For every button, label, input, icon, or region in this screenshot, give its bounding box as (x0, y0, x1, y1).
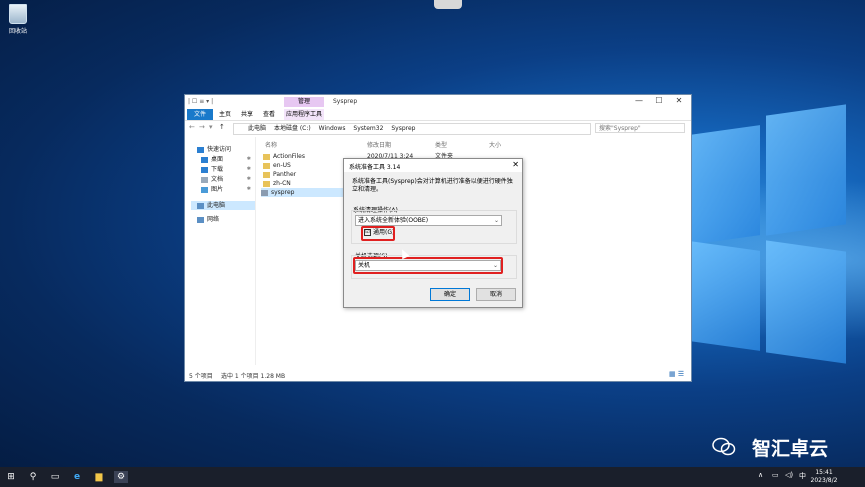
status-selection: 选中 1 个项目 1.28 MB (221, 373, 286, 380)
nav-pictures[interactable]: 图片 ✱ (201, 185, 255, 194)
volume-icon[interactable]: ◁) (785, 471, 793, 479)
column-modified[interactable]: 修改日期 (367, 140, 391, 149)
column-headers: 名称 修改日期 类型 大小 (263, 139, 683, 149)
maximize-button[interactable]: ☐ (649, 96, 669, 105)
breadcrumb-sysprep[interactable]: Sysprep (391, 125, 415, 132)
quick-access-toolbar[interactable]: | ☐ ≡ ▾ | (188, 98, 213, 105)
breadcrumb-local-disk[interactable]: 本地磁盘 (C:) (274, 125, 311, 132)
dialog-title: 系统准备工具 3.14 (349, 164, 401, 171)
sysprep-taskbar-icon[interactable]: ⚙ (114, 471, 128, 483)
nav-downloads[interactable]: 下载 ✱ (201, 165, 255, 174)
download-icon (201, 166, 208, 173)
view-toggle-icons[interactable]: ▦ ☰ (669, 370, 684, 378)
recent-locations-button[interactable]: ▾ (209, 123, 213, 131)
star-icon (197, 146, 204, 153)
nav-this-pc[interactable]: 此电脑 (191, 201, 255, 210)
task-view-icon[interactable]: ▭ (48, 471, 62, 483)
network-icon (197, 216, 204, 223)
tab-share[interactable]: 共享 (237, 109, 257, 120)
breadcrumb-system32[interactable]: System32 (353, 125, 383, 132)
pin-icon: ✱ (246, 186, 251, 192)
forward-button[interactable]: → (199, 123, 205, 131)
ie-icon[interactable]: e (70, 471, 84, 483)
nav-desktop[interactable]: 桌面 ✱ (201, 155, 255, 164)
taskbar: ⊞ ⚲ ▭ e ▆ ⚙ ∧ ▭ ◁) 中 15:41 2023/8/2 (0, 467, 865, 487)
dialog-description: 系统准备工具(Sysprep)会对计算机进行准备以便进行硬件独立和清理。 (352, 178, 513, 193)
pin-icon: ✱ (246, 166, 251, 172)
folder-icon (263, 171, 270, 178)
windows-logo-wallpaper (690, 104, 850, 370)
breadcrumb-this-pc[interactable]: 此电脑 (248, 125, 266, 132)
tray-overflow-icon[interactable]: ∧ (758, 471, 763, 479)
folder-icon (263, 162, 270, 169)
folder-icon (263, 180, 270, 187)
nav-quick-access[interactable]: 快速访问 (197, 145, 255, 154)
explorer-titlebar[interactable]: | ☐ ≡ ▾ | 管理 Sysprep — ☐ ✕ (185, 95, 691, 109)
navigation-pane: 快速访问 桌面 ✱ 下载 ✱ 文档 ✱ 图片 ✱ 此电脑 网络 (185, 137, 256, 365)
folder-icon (263, 153, 270, 160)
document-icon (201, 176, 208, 183)
address-bar[interactable]: 此电脑 本地磁盘 (C:) Windows System32 Sysprep (233, 123, 591, 135)
cancel-button[interactable]: 取消 (476, 288, 516, 301)
search-input[interactable]: 搜索"Sysprep" (595, 123, 685, 133)
pin-icon: ✱ (246, 176, 251, 182)
tab-application-tools[interactable]: 应用程序工具 (284, 109, 324, 120)
chevron-down-icon: ⌄ (493, 217, 499, 224)
start-button[interactable]: ⊞ (4, 471, 18, 483)
ribbon-tabs: 文件 主页 共享 查看 应用程序工具 (185, 109, 691, 121)
tab-home[interactable]: 主页 (215, 109, 235, 120)
window-title: Sysprep (333, 98, 358, 105)
tab-view[interactable]: 查看 (259, 109, 279, 120)
dialog-close-button[interactable]: ✕ (512, 160, 519, 169)
highlight-generalize (361, 226, 395, 241)
network-tray-icon[interactable]: ▭ (772, 471, 779, 479)
search-icon[interactable]: ⚲ (26, 471, 40, 483)
nav-network[interactable]: 网络 (197, 215, 255, 224)
tab-file[interactable]: 文件 (187, 109, 213, 120)
computer-icon (197, 202, 204, 209)
up-button[interactable]: ↑ (219, 123, 225, 131)
recycle-bin-label: 回收站 (8, 28, 27, 35)
ime-indicator[interactable]: 中 (799, 471, 806, 481)
highlight-shutdown (353, 257, 503, 274)
address-row: ← → ▾ ↑ 此电脑 本地磁盘 (C:) Windows System32 S… (185, 121, 691, 135)
recycle-bin-shortcut[interactable]: 回收站 (4, 4, 32, 35)
picture-icon (201, 186, 208, 193)
recycle-bin-icon (9, 4, 27, 24)
file-explorer-icon[interactable]: ▆ (92, 471, 106, 483)
clock[interactable]: 15:41 2023/8/2 (806, 469, 842, 485)
sysprep-dialog: 系统准备工具 3.14 ✕ 系统准备工具(Sysprep)会对计算机进行准备以便… (343, 158, 523, 308)
wechat-logo-icon (712, 437, 736, 456)
minimize-button[interactable]: — (629, 96, 649, 105)
back-button[interactable]: ← (189, 123, 195, 131)
clock-time: 15:41 (815, 469, 833, 476)
remote-session-tab[interactable] (434, 0, 462, 9)
ok-button[interactable]: 确定 (430, 288, 470, 301)
clock-date: 2023/8/2 (810, 477, 838, 484)
column-type[interactable]: 类型 (435, 140, 447, 149)
close-button[interactable]: ✕ (669, 96, 689, 105)
cleanup-action-select[interactable]: 进入系统全新体验(OOBE) ⌄ (355, 215, 502, 226)
manage-context-tab[interactable]: 管理 (284, 97, 324, 107)
column-size[interactable]: 大小 (489, 140, 501, 149)
watermark-text: 智汇卓云 (752, 438, 829, 460)
dialog-titlebar[interactable]: 系统准备工具 3.14 ✕ (344, 159, 522, 172)
nav-documents[interactable]: 文档 ✱ (201, 175, 255, 184)
pin-icon: ✱ (246, 156, 251, 162)
application-icon (261, 189, 268, 196)
desktop-icon (201, 156, 208, 163)
breadcrumb-windows[interactable]: Windows (319, 125, 346, 132)
status-item-count: 5 个项目 (189, 373, 213, 380)
column-name[interactable]: 名称 (265, 140, 277, 149)
